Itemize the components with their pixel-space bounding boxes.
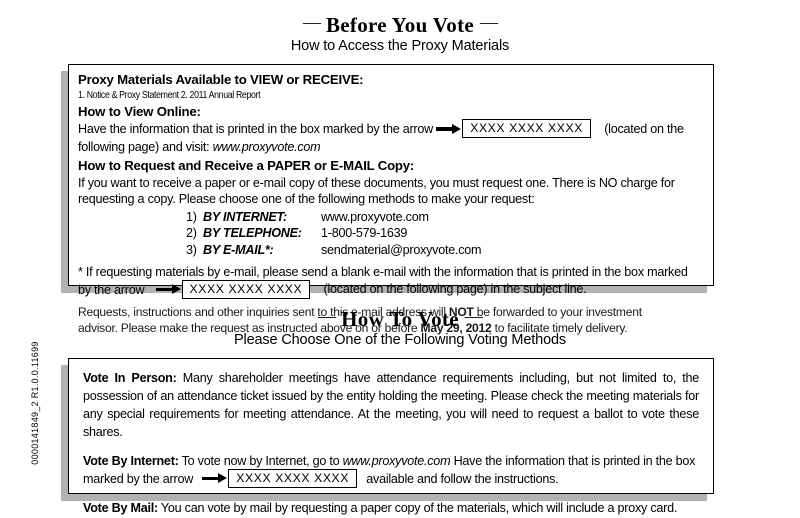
proxyvote-url-view[interactable]: www.proxyvote.com — [213, 140, 321, 154]
how-to-vote-subtitle: Please Choose One of the Following Votin… — [234, 332, 566, 349]
request-line-2: requesting a copy. Please choose one of … — [78, 192, 535, 207]
view-online-line-1: Have the information that is printed in … — [78, 119, 704, 139]
vote-by-mail-text: You can vote by mail by requesting a pap… — [160, 500, 678, 515]
method-internet-label: BY INTERNET: — [203, 209, 287, 224]
method-telephone-value[interactable]: 1-800-579-1639 — [321, 226, 407, 240]
method-email: 3) BY E-MAIL*: sendmaterial@proxyvote.com — [78, 242, 704, 259]
control-number-box-internet: XXXX XXXX XXXX — [228, 468, 358, 488]
materials-available-heading: Proxy Materials Available to VIEW or REC… — [78, 72, 364, 87]
margin-job-codes: 0000141849_2 R1.0.0.11699 — [26, 330, 44, 475]
right-arrow-icon — [202, 472, 228, 485]
method-telephone-label: BY TELEPHONE: — [203, 226, 302, 241]
vote-by-internet-label: Vote By Internet: — [83, 453, 179, 468]
method-email-value[interactable]: sendmaterial@proxyvote.com — [321, 243, 482, 257]
method-email-label: BY E-MAIL*: — [203, 243, 274, 258]
title-text: How To Vote — [341, 307, 459, 331]
voting-methods-box: Vote In Person: Many shareholder meeting… — [68, 358, 714, 515]
vote-in-person-label: Vote In Person: — [83, 371, 177, 385]
method-internet-value[interactable]: www.proxyvote.com — [321, 210, 429, 224]
email-footnote-line-1: * If requesting materials by e-mail, ple… — [78, 264, 688, 279]
before-you-vote-title: — Before You Vote — — [0, 12, 800, 37]
vote-by-internet-paragraph: Vote By Internet: To vote now by Interne… — [83, 452, 699, 489]
vote-by-mail-label: Vote By Mail: — [83, 500, 158, 515]
footnote-arrow-text: by the arrow — [78, 282, 145, 297]
title-dash-left: — — [303, 12, 321, 32]
how-to-vote-title: — How To Vote — — [0, 306, 800, 331]
control-number-box-view: XXXX XXXX XXXX — [462, 119, 591, 139]
before-you-vote-subtitle: How to Access the Proxy Materials — [290, 38, 510, 55]
view-online-visit-text: following page) and visit: — [78, 140, 210, 155]
method-email-number: 3) — [186, 243, 197, 258]
method-internet-number: 1) — [186, 209, 197, 224]
email-footnote-line-2: by the arrow XXXX XXXX XXXX (located on … — [78, 279, 704, 300]
method-telephone: 2) BY TELEPHONE: 1-800-579-1639 — [78, 225, 704, 242]
right-arrow-icon — [436, 122, 462, 135]
view-online-text-post: (located on the — [604, 122, 684, 137]
proxyvote-url-internet[interactable]: www.proxyvote.com — [343, 454, 451, 468]
margin-job-codes-text: 0000141849_2 R1.0.0.11699 — [30, 340, 40, 465]
how-to-view-online-heading: How to View Online: — [78, 103, 201, 119]
view-online-text-pre: Have the information that is printed in … — [78, 122, 433, 137]
vote-by-mail-paragraph: Vote By Mail: You can vote by mail by re… — [83, 499, 699, 517]
how-to-request-heading: How to Request and Receive a PAPER or E-… — [78, 157, 415, 173]
request-methods-list: 1) BY INTERNET: www.proxyvote.com 2) BY TEL… — [78, 209, 704, 259]
arrow-to-control-number-view: XXXX XXXX XXXX — [436, 119, 591, 139]
method-internet: 1) BY INTERNET: www.proxyvote.com — [78, 209, 704, 226]
footnote-text-post: (located on the following page) in the s… — [323, 282, 587, 297]
view-online-line-2: following page) and visit: www.proxyvote… — [78, 139, 704, 156]
request-line-1: If you want to receive a paper or e-mail… — [78, 175, 675, 190]
method-telephone-number: 2) — [186, 226, 197, 241]
before-you-vote-heading: — Before You Vote — How to Access the Prox… — [0, 12, 800, 55]
right-arrow-icon — [155, 283, 182, 296]
title-dash-left: — — [318, 306, 336, 326]
materials-available-items: 1. Notice & Proxy Statement 2. 2011 Annu… — [78, 89, 261, 101]
title-text: Before You Vote — [326, 13, 474, 37]
vote-by-internet-text-pre: To vote now by Internet, go to — [181, 453, 340, 468]
vote-in-person-paragraph: Vote In Person: Many shareholder meeting… — [83, 369, 699, 442]
title-dash-right: — — [464, 306, 483, 326]
proxy-materials-access-box: Proxy Materials Available to VIEW or REC… — [68, 64, 714, 335]
arrow-to-control-number-internet: XXXX XXXX XXXX — [202, 468, 358, 488]
vote-by-internet-text-post: available and follow the instructions. — [366, 471, 559, 486]
how-to-vote-heading: — How To Vote — Please Choose One of the F… — [0, 306, 800, 349]
title-dash-right: — — [480, 12, 498, 32]
control-number-box-email: XXXX XXXX XXXX — [181, 279, 311, 299]
arrow-to-control-number-email: XXXX XXXX XXXX — [155, 279, 311, 299]
